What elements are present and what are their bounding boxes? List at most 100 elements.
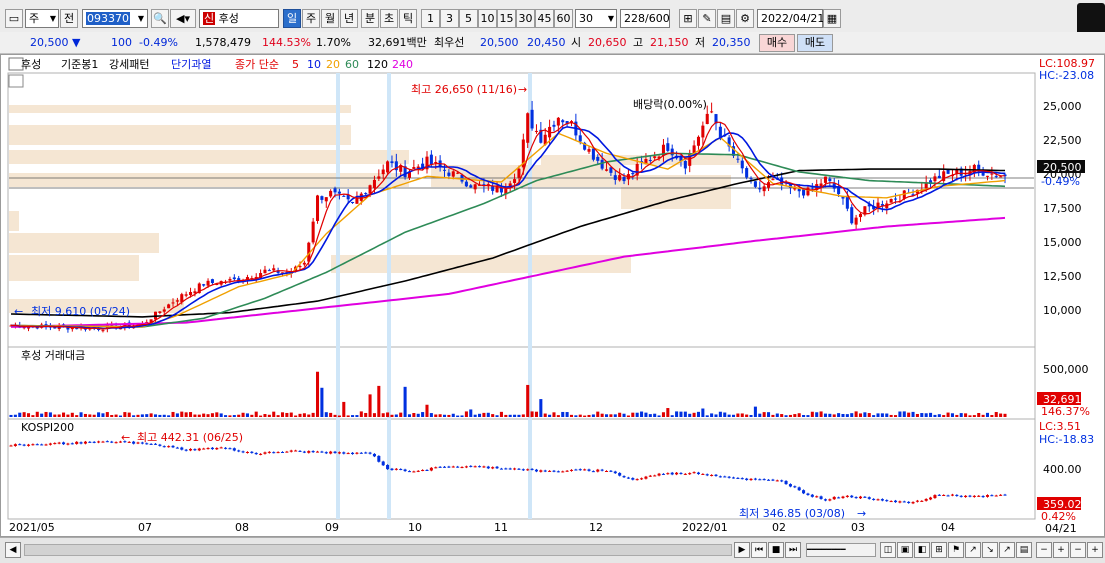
jump-start-button[interactable]: ⏮ bbox=[751, 542, 767, 558]
calendar-icon[interactable]: ▦ bbox=[823, 9, 841, 28]
settings-icon[interactable]: ⚙ bbox=[736, 9, 754, 28]
chart-scrollbar[interactable]: ◀ ▶ ⏮ ■ ⏭ ━━━━━━━━ ◫ ▣ ◧ ⊞ ⚑ ↗ ↘ ↗ ▤ − +… bbox=[0, 537, 1105, 563]
tool-icon[interactable]: ▤ bbox=[1016, 542, 1032, 558]
kospi-candle bbox=[285, 451, 289, 453]
date-field[interactable]: 2022/04/21 bbox=[757, 9, 824, 28]
chart-canvas[interactable]: 25,000 22,500 20,000 17,500 15,000 12,50… bbox=[1, 55, 1104, 536]
kospi-candle bbox=[714, 474, 718, 476]
interval-5[interactable]: 5 bbox=[459, 9, 478, 28]
kospi-candle bbox=[31, 444, 35, 446]
tool-icon[interactable]: ▣ bbox=[897, 542, 913, 558]
tab-minute[interactable]: 분 bbox=[361, 9, 379, 28]
draw-tool-icon[interactable]: ✎ bbox=[698, 9, 716, 28]
buy-button[interactable]: 매수 bbox=[759, 34, 795, 52]
candle-body bbox=[710, 111, 714, 113]
amount-bar bbox=[460, 415, 464, 417]
kospi-candle bbox=[289, 450, 293, 452]
legend-ma10: 10 bbox=[307, 58, 321, 71]
interval-3[interactable]: 3 bbox=[440, 9, 459, 28]
amount-bar bbox=[845, 414, 849, 417]
candle-body bbox=[272, 268, 276, 271]
search-icon[interactable]: 🔍 bbox=[151, 9, 169, 28]
interval-45[interactable]: 45 bbox=[535, 9, 554, 28]
price-axis: 25,000 22,500 20,000 17,500 15,000 12,50… bbox=[1037, 57, 1095, 317]
amount-bar bbox=[31, 415, 35, 417]
pane-collapse-icon[interactable] bbox=[8, 74, 24, 88]
amount-bar bbox=[618, 412, 622, 417]
interval-select[interactable]: 30 ▼ bbox=[575, 9, 617, 28]
amount-bar bbox=[815, 412, 819, 417]
amount-bar bbox=[631, 412, 635, 417]
legend-item: 단기과열 bbox=[171, 58, 211, 71]
interval-10[interactable]: 10 bbox=[478, 9, 497, 28]
tool-icon[interactable]: ◧ bbox=[914, 542, 930, 558]
zoom-minus-button[interactable]: − bbox=[1070, 542, 1086, 558]
scroll-track[interactable] bbox=[24, 544, 732, 556]
zoom-slider[interactable]: ━━━━━━━━ bbox=[806, 543, 876, 557]
interval-30[interactable]: 30 bbox=[516, 9, 535, 28]
zoom-in-button[interactable]: + bbox=[1053, 542, 1069, 558]
kospi-candle bbox=[167, 446, 171, 448]
tab-second[interactable]: 초 bbox=[380, 9, 398, 28]
tool-icon[interactable]: ⚑ bbox=[948, 542, 964, 558]
amount-pane bbox=[7, 346, 1036, 420]
stock-name-field[interactable]: 신 후성 bbox=[199, 9, 279, 28]
tab-week[interactable]: 주 bbox=[302, 9, 320, 28]
scroll-right-button[interactable]: ▶ bbox=[734, 542, 750, 558]
interval-1[interactable]: 1 bbox=[421, 9, 440, 28]
amount-bar bbox=[710, 413, 714, 417]
zoom-plus-button[interactable]: + bbox=[1087, 542, 1103, 558]
amount-bar bbox=[403, 386, 407, 417]
amount-bar bbox=[237, 414, 241, 417]
amount-bar bbox=[193, 414, 197, 417]
kospi-candle bbox=[504, 468, 508, 470]
period-select[interactable]: 주 ▼ bbox=[25, 9, 59, 28]
kospi-candle bbox=[819, 496, 823, 499]
kospi-candle bbox=[53, 443, 57, 445]
amount-bar bbox=[841, 413, 845, 417]
tool-icon[interactable]: ◫ bbox=[880, 542, 896, 558]
scroll-left-button[interactable]: ◀ bbox=[5, 542, 21, 558]
kospi-candle bbox=[749, 478, 753, 481]
bar-count-field[interactable]: 228/600 bbox=[620, 9, 670, 28]
interval-60[interactable]: 60 bbox=[554, 9, 573, 28]
tab-day[interactable]: 일 bbox=[283, 9, 301, 28]
amount-bar bbox=[863, 412, 867, 417]
tab-tick[interactable]: 틱 bbox=[399, 9, 417, 28]
jump-end-button[interactable]: ⏭ bbox=[785, 542, 801, 558]
chart-area[interactable]: 25,000 22,500 20,000 17,500 15,000 12,50… bbox=[0, 54, 1105, 537]
tool-icon[interactable]: ⊞ bbox=[931, 542, 947, 558]
kospi-candle bbox=[753, 478, 757, 480]
sell-button[interactable]: 매도 bbox=[797, 34, 833, 52]
amount-bar bbox=[666, 408, 670, 417]
volume-ratio: 144.53% bbox=[262, 36, 311, 49]
candle-body bbox=[591, 148, 595, 160]
window-icon[interactable]: ▭ bbox=[5, 9, 23, 28]
amount-bar bbox=[259, 415, 263, 417]
amount-bar bbox=[83, 413, 87, 417]
candle-body bbox=[850, 207, 854, 224]
candle-body bbox=[736, 158, 740, 160]
x-tick-label: 03 bbox=[851, 521, 865, 534]
interval-15[interactable]: 15 bbox=[497, 9, 516, 28]
kospi-candle bbox=[280, 451, 285, 453]
zoom-out-button[interactable]: − bbox=[1036, 542, 1052, 558]
tab-year[interactable]: 년 bbox=[340, 9, 358, 28]
tool-icon[interactable]: ↗ bbox=[965, 542, 981, 558]
kospi-tick-label: 400.00 bbox=[1043, 463, 1082, 476]
speaker-icon[interactable]: ◀▾ bbox=[170, 9, 196, 28]
amount-bar bbox=[386, 412, 390, 417]
indicator-icon[interactable]: ⊞ bbox=[679, 9, 697, 28]
save-icon[interactable]: ▤ bbox=[717, 9, 735, 28]
candle-body bbox=[762, 186, 766, 192]
amount-bar bbox=[854, 411, 858, 417]
prev-button[interactable]: 전 bbox=[60, 9, 78, 28]
kospi-candle bbox=[526, 469, 530, 471]
stock-code-input[interactable]: 093370 ▼ bbox=[82, 9, 148, 28]
tab-month[interactable]: 월 bbox=[321, 9, 339, 28]
tool-icon[interactable]: ↗ bbox=[999, 542, 1015, 558]
amount-bar bbox=[127, 412, 131, 417]
tool-icon[interactable]: ↘ bbox=[982, 542, 998, 558]
amount-bar bbox=[574, 415, 578, 417]
pause-button[interactable]: ■ bbox=[768, 542, 784, 558]
